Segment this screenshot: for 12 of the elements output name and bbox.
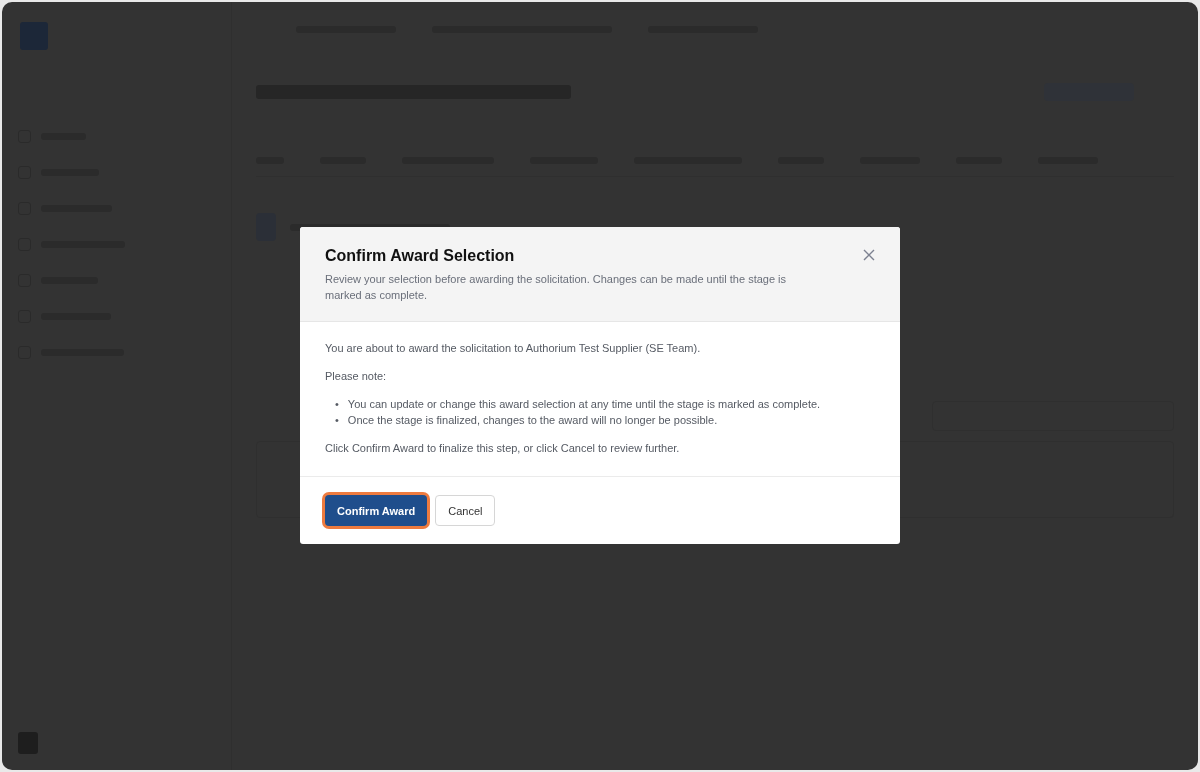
note-item: You can update or change this award selection at any time until the stage is marked as complete. (347, 397, 821, 412)
list-bullet: • (335, 413, 339, 428)
dialog-title: Confirm Award Selection (325, 247, 516, 265)
dialog-text: You are about to award the solicitation to Authorium Test Supplier (SE Team). (325, 341, 702, 356)
dialog-subtitle: Review your selection before awarding the solicitation. Changes can be made until the stage is marked as complete. (325, 272, 788, 303)
dialog-text: Click Confirm Award to finalize this step, or click Cancel to review further. (325, 441, 681, 456)
note-item: Once the stage is finalized, changes to the award will no longer be possible. (347, 413, 718, 428)
note-label: Please note: (325, 369, 388, 384)
close-icon[interactable] (863, 249, 875, 261)
cancel-button[interactable]: Cancel (435, 495, 496, 526)
confirm-button[interactable]: Confirm Award (325, 495, 428, 526)
list-bullet: • (335, 397, 339, 412)
